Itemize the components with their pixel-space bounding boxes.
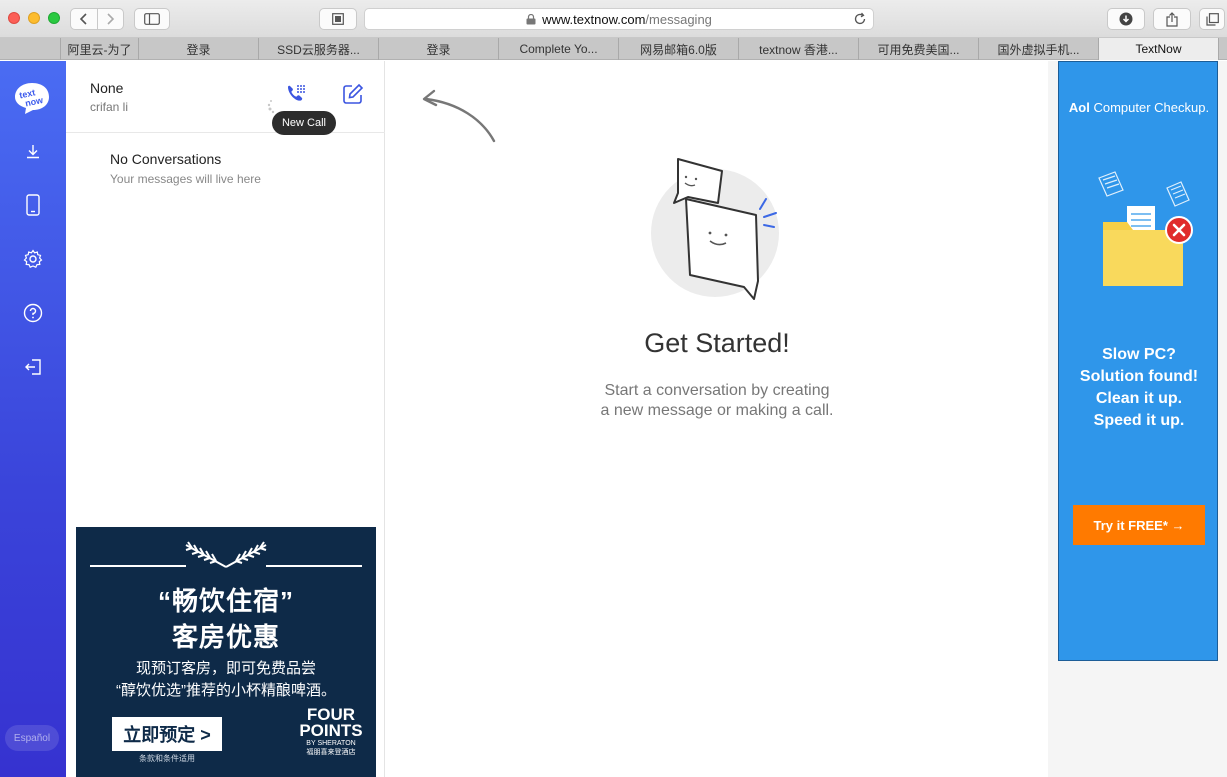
tab-item[interactable]: 阿里云-为了: [61, 38, 139, 60]
reader-icon: [332, 13, 344, 25]
logout-button[interactable]: [0, 347, 66, 387]
subtitle-line: a new message or making a call.: [600, 402, 834, 419]
sidebar-icon: [144, 13, 160, 25]
wheat-icon: [185, 541, 267, 568]
url-domain: www.textnow.com: [542, 11, 646, 27]
tab-item[interactable]: 国外虚拟手机...: [979, 38, 1099, 60]
phone-device-icon: [26, 194, 40, 216]
brand-sub: BY SHERATON: [306, 740, 356, 747]
forward-button[interactable]: [98, 9, 124, 29]
new-call-icon[interactable]: [284, 83, 308, 107]
curved-arrow-icon: [422, 89, 496, 143]
tab-item-active[interactable]: TextNow: [1099, 38, 1219, 60]
ad-terms: 条款和条件适用: [139, 754, 195, 763]
share-icon: [1166, 11, 1178, 27]
tab-item[interactable]: 登录: [139, 38, 259, 60]
try-free-button[interactable]: Try it FREE* →: [1073, 505, 1205, 545]
back-button[interactable]: [71, 9, 98, 29]
ad-book-button[interactable]: 立即预定 >: [112, 717, 222, 751]
downloads-button[interactable]: [1107, 8, 1145, 30]
user-name: None: [90, 80, 124, 96]
settings-button[interactable]: [0, 239, 66, 279]
download-button[interactable]: [0, 131, 66, 171]
ad-divider: [266, 565, 362, 567]
sheraton-ad[interactable]: “畅饮住宿” 客房优惠 现预订客房，即可免费品尝 “醇饮优选”推荐的小杯精酿啤酒…: [76, 527, 376, 777]
aol-headline-line: Clean it up.: [1095, 390, 1183, 407]
aol-ad[interactable]: Aol Computer Checkup. Slow PC? Solution …: [1058, 61, 1218, 661]
ad-body: 现预订客房，即可免费品尝: [135, 660, 316, 677]
tab-bar: 阿里云-为了 登录 SSD云服务器... 登录 Complete Yo... 网…: [0, 38, 1227, 60]
brand-cn: 福朋喜来登酒店: [306, 749, 356, 756]
settings-gear-icon: [23, 249, 43, 268]
empty-title: No Conversations: [110, 151, 222, 167]
tab-edge[interactable]: [0, 38, 61, 60]
aol-headline-line: Slow PC?: [1102, 346, 1176, 363]
chat-bubbles-illustration: [651, 158, 779, 300]
close-window-button[interactable]: [8, 12, 20, 24]
tab-item[interactable]: 可用免费美国...: [859, 38, 979, 60]
sidebar: text now Español: [0, 61, 66, 777]
share-button[interactable]: [1153, 8, 1191, 30]
lock-icon: [526, 13, 536, 24]
ad-body: “醇饮优选”推荐的小杯精酿啤酒。: [116, 682, 336, 699]
devices-button[interactable]: [0, 185, 66, 225]
brand-line: POINTS: [299, 721, 363, 740]
history-nav: [70, 8, 124, 30]
tabs-icon: [1205, 12, 1219, 26]
get-started-subtitle: Start a conversation by creating a new m…: [386, 381, 1048, 421]
aol-brand-text: Computer Checkup.: [1093, 100, 1210, 115]
aol-headline-line: Speed it up.: [1093, 412, 1185, 429]
help-icon: [23, 303, 43, 323]
zoom-window-button[interactable]: [48, 12, 60, 24]
download-circle-icon: [1119, 12, 1133, 26]
logout-icon: [25, 359, 41, 375]
tab-item[interactable]: SSD云服务器...: [259, 38, 379, 60]
ad-headline: 客房优惠: [171, 622, 280, 652]
conversations-panel: None crifan li New Call No Conversations…: [66, 61, 385, 777]
get-started-title: Get Started!: [644, 328, 790, 358]
browser-toolbar: www.textnow.com/messaging: [0, 0, 1227, 38]
four-points-logo: FOUR POINTS BY SHERATON 福朋喜来登酒店: [296, 706, 366, 757]
tabs-overview-button[interactable]: [1199, 8, 1225, 30]
help-button[interactable]: [0, 293, 66, 333]
download-icon: [27, 145, 39, 159]
user-header: None crifan li New Call: [66, 61, 385, 135]
folder-error-icon: [1098, 171, 1193, 286]
tab-item[interactable]: Complete Yo...: [499, 38, 619, 60]
sidebar-toggle-button[interactable]: [134, 8, 170, 30]
tab-item[interactable]: 网易邮箱6.0版: [619, 38, 739, 60]
aol-headline: Slow PC? Solution found! Clean it up. Sp…: [1059, 344, 1219, 432]
aol-brand: Aol Computer Checkup.: [1059, 100, 1219, 115]
aol-headline-line: Solution found!: [1079, 368, 1199, 385]
empty-subtitle: Your messages will live here: [110, 172, 261, 186]
url-path: /messaging: [645, 11, 712, 27]
compose-icon[interactable]: [342, 83, 364, 105]
chevron-right-icon: [107, 13, 115, 25]
minimize-window-button[interactable]: [28, 12, 40, 24]
right-ad-column: Aol Computer Checkup. Slow PC? Solution …: [1048, 61, 1227, 777]
textnow-logo-icon[interactable]: text now: [13, 81, 51, 115]
aol-logo: Aol: [1068, 100, 1090, 115]
main-content: Get Started! Start a conversation by cre…: [386, 61, 1048, 777]
language-toggle[interactable]: Español: [5, 725, 59, 751]
tab-item[interactable]: 登录: [379, 38, 499, 60]
ad-headline: “畅饮住宿”: [157, 586, 294, 616]
new-call-tooltip: New Call: [272, 111, 336, 135]
chevron-left-icon: [79, 13, 87, 25]
reload-icon[interactable]: [853, 12, 867, 26]
address-bar[interactable]: www.textnow.com/messaging: [364, 8, 874, 30]
reader-button[interactable]: [319, 8, 357, 30]
user-handle: crifan li: [90, 100, 129, 114]
ad-divider: [90, 565, 186, 567]
subtitle-line: Start a conversation by creating: [604, 382, 830, 399]
tab-item[interactable]: textnow 香港...: [739, 38, 859, 60]
textnow-app: text now Español None crifan li New Call…: [0, 61, 1227, 777]
